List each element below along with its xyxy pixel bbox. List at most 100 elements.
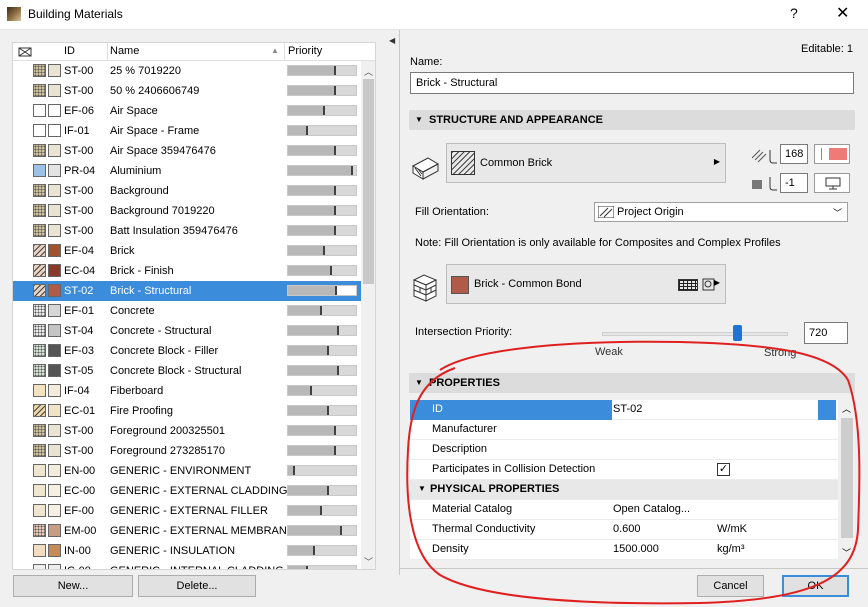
list-item[interactable]: ST-00 Batt Insulation 359476476	[13, 221, 361, 241]
name-input[interactable]: Brick - Structural	[410, 72, 854, 94]
property-value[interactable]: ST-02	[613, 403, 642, 415]
column-header-name[interactable]: Name	[110, 45, 139, 57]
priority-bar	[287, 325, 357, 336]
property-row-manufacturer[interactable]: Manufacturer	[410, 420, 838, 440]
cut-fill-swatch	[33, 564, 46, 569]
list-item[interactable]: EC-04 Brick - Finish	[13, 261, 361, 281]
delete-button[interactable]: Delete...	[138, 575, 256, 597]
background-pen-color[interactable]	[814, 173, 850, 193]
list-item[interactable]: EF-00 GENERIC - EXTERNAL FILLER	[13, 501, 361, 521]
scroll-up-icon[interactable]: ︿	[364, 65, 373, 78]
ok-button[interactable]: OK	[782, 575, 849, 597]
property-row-density[interactable]: Density 1500.000 kg/m³	[410, 540, 838, 560]
material-name: Concrete Block - Filler	[110, 345, 219, 357]
property-row-id[interactable]: ID ST-02	[410, 400, 838, 420]
list-item[interactable]: EN-00 GENERIC - ENVIRONMENT	[13, 461, 361, 481]
cut-fill-pen-field[interactable]: 168	[780, 144, 808, 164]
strong-label: Strong	[764, 347, 797, 359]
priority-bar	[287, 85, 357, 96]
material-id: EF-03	[64, 345, 94, 357]
physical-properties-header[interactable]: ▼ PHYSICAL PROPERTIES	[410, 480, 838, 500]
column-header-priority[interactable]: Priority	[288, 45, 322, 57]
properties-scrollbar[interactable]: ︿ ﹀	[838, 400, 856, 560]
list-item[interactable]: EF-06 Air Space	[13, 101, 361, 121]
editable-count: Editable: 1	[801, 43, 853, 55]
cut-fill-swatch	[33, 224, 46, 237]
property-row-thermal-conductivity[interactable]: Thermal Conductivity 0.600 W/mK	[410, 520, 838, 540]
cut-fill-swatch	[33, 444, 46, 457]
properties-section-header[interactable]: ▼ PROPERTIES	[409, 373, 855, 393]
list-item[interactable]: EF-03 Concrete Block - Filler	[13, 341, 361, 361]
surface-swatch	[48, 244, 61, 257]
surface-swatch	[48, 184, 61, 197]
scrollbar-thumb[interactable]	[841, 418, 853, 538]
list-item[interactable]: IN-00 GENERIC - INSULATION	[13, 541, 361, 561]
property-key: ID	[432, 403, 443, 415]
cut-fill-swatch	[33, 544, 46, 557]
property-unit: kg/m³	[717, 543, 745, 555]
column-header-id[interactable]: ID	[64, 45, 75, 57]
material-name: 50 % 2406606749	[110, 85, 200, 97]
property-row-description[interactable]: Description	[410, 440, 838, 460]
material-name: Background	[110, 185, 169, 197]
collapse-panel-icon[interactable]: ◀	[389, 36, 395, 45]
help-button[interactable]: ?	[790, 5, 798, 21]
slider-thumb[interactable]	[733, 325, 742, 341]
material-name: Foreground 200325501	[110, 425, 225, 437]
collision-checkbox[interactable]: ✓	[717, 463, 730, 476]
list-item[interactable]: ST-00 Foreground 200325501	[13, 421, 361, 441]
pen-hatch-icon	[752, 149, 777, 164]
cut-fill-swatch	[451, 151, 475, 175]
structure-section-header[interactable]: ▼ STRUCTURE AND APPEARANCE	[409, 110, 855, 130]
list-item[interactable]: ST-00 Background 7019220	[13, 201, 361, 221]
list-item[interactable]: ST-00 Air Space 359476476	[13, 141, 361, 161]
list-item[interactable]: EC-00 GENERIC - EXTERNAL CLADDING	[13, 481, 361, 501]
list-item[interactable]: ST-00 Foreground 273285170	[13, 441, 361, 461]
scroll-up-icon[interactable]: ︿	[842, 402, 851, 415]
property-row-collision[interactable]: Participates in Collision Detection ✓	[410, 460, 838, 480]
list-item[interactable]: ST-05 Concrete Block - Structural	[13, 361, 361, 381]
intersection-priority-slider[interactable]	[602, 332, 788, 336]
list-item[interactable]: ST-00 50 % 2406606749	[13, 81, 361, 101]
list-item[interactable]: EM-00 GENERIC - EXTERNAL MEMBRANE	[13, 521, 361, 541]
open-catalog-link[interactable]: Open Catalog...	[613, 503, 690, 515]
cut-fill-pen-color[interactable]	[814, 144, 850, 164]
cut-fill-swatch	[33, 164, 46, 177]
list-item[interactable]: IC-00 GENERIC - INTERNAL CLADDING	[13, 561, 361, 569]
close-button[interactable]: ✕	[836, 3, 849, 23]
list-item[interactable]: EF-04 Brick	[13, 241, 361, 261]
list-item[interactable]: ST-02 Brick - Structural	[13, 281, 361, 301]
cut-fill-swatch	[33, 344, 46, 357]
material-id: ST-00	[64, 445, 94, 457]
material-name: Concrete	[110, 305, 155, 317]
cut-fill-swatch	[33, 144, 46, 157]
intersection-priority-field[interactable]: 720	[804, 322, 848, 344]
material-type-icon[interactable]	[18, 46, 32, 58]
scroll-down-icon[interactable]: ﹀	[842, 546, 851, 559]
list-scrollbar[interactable]: ︿ ﹀	[361, 61, 375, 569]
cancel-button[interactable]: Cancel	[697, 575, 764, 597]
fill-orientation-select[interactable]: Project Origin ﹀	[594, 202, 848, 222]
list-item[interactable]: IF-04 Fiberboard	[13, 381, 361, 401]
surface-button[interactable]: Brick - Common Bond ▶	[446, 264, 726, 304]
property-value[interactable]: 1500.000	[613, 543, 659, 555]
cut-fill-button[interactable]: Common Brick ▶	[446, 143, 726, 183]
list-item[interactable]: PR-04 Aluminium	[13, 161, 361, 181]
scrollbar-thumb[interactable]	[363, 79, 374, 284]
list-item[interactable]: EC-01 Fire Proofing	[13, 401, 361, 421]
list-item[interactable]: IF-01 Air Space - Frame	[13, 121, 361, 141]
priority-bar	[287, 165, 357, 176]
list-item[interactable]: EF-01 Concrete	[13, 301, 361, 321]
list-item[interactable]: ST-00 Background	[13, 181, 361, 201]
surface-swatch	[48, 464, 61, 477]
property-row-material-catalog[interactable]: Material Catalog Open Catalog...	[410, 500, 838, 520]
materials-list: ID Name ▲ Priority ST-00 25 % 7019220 ST-0…	[12, 42, 376, 570]
scroll-down-icon[interactable]: ﹀	[364, 555, 373, 568]
background-pen-field[interactable]: -1	[780, 173, 808, 193]
new-button[interactable]: New...	[13, 575, 133, 597]
surface-swatch	[48, 484, 61, 497]
property-value[interactable]: 0.600	[613, 523, 641, 535]
list-item[interactable]: ST-04 Concrete - Structural	[13, 321, 361, 341]
surface-swatch	[48, 104, 61, 117]
list-item[interactable]: ST-00 25 % 7019220	[13, 61, 361, 81]
